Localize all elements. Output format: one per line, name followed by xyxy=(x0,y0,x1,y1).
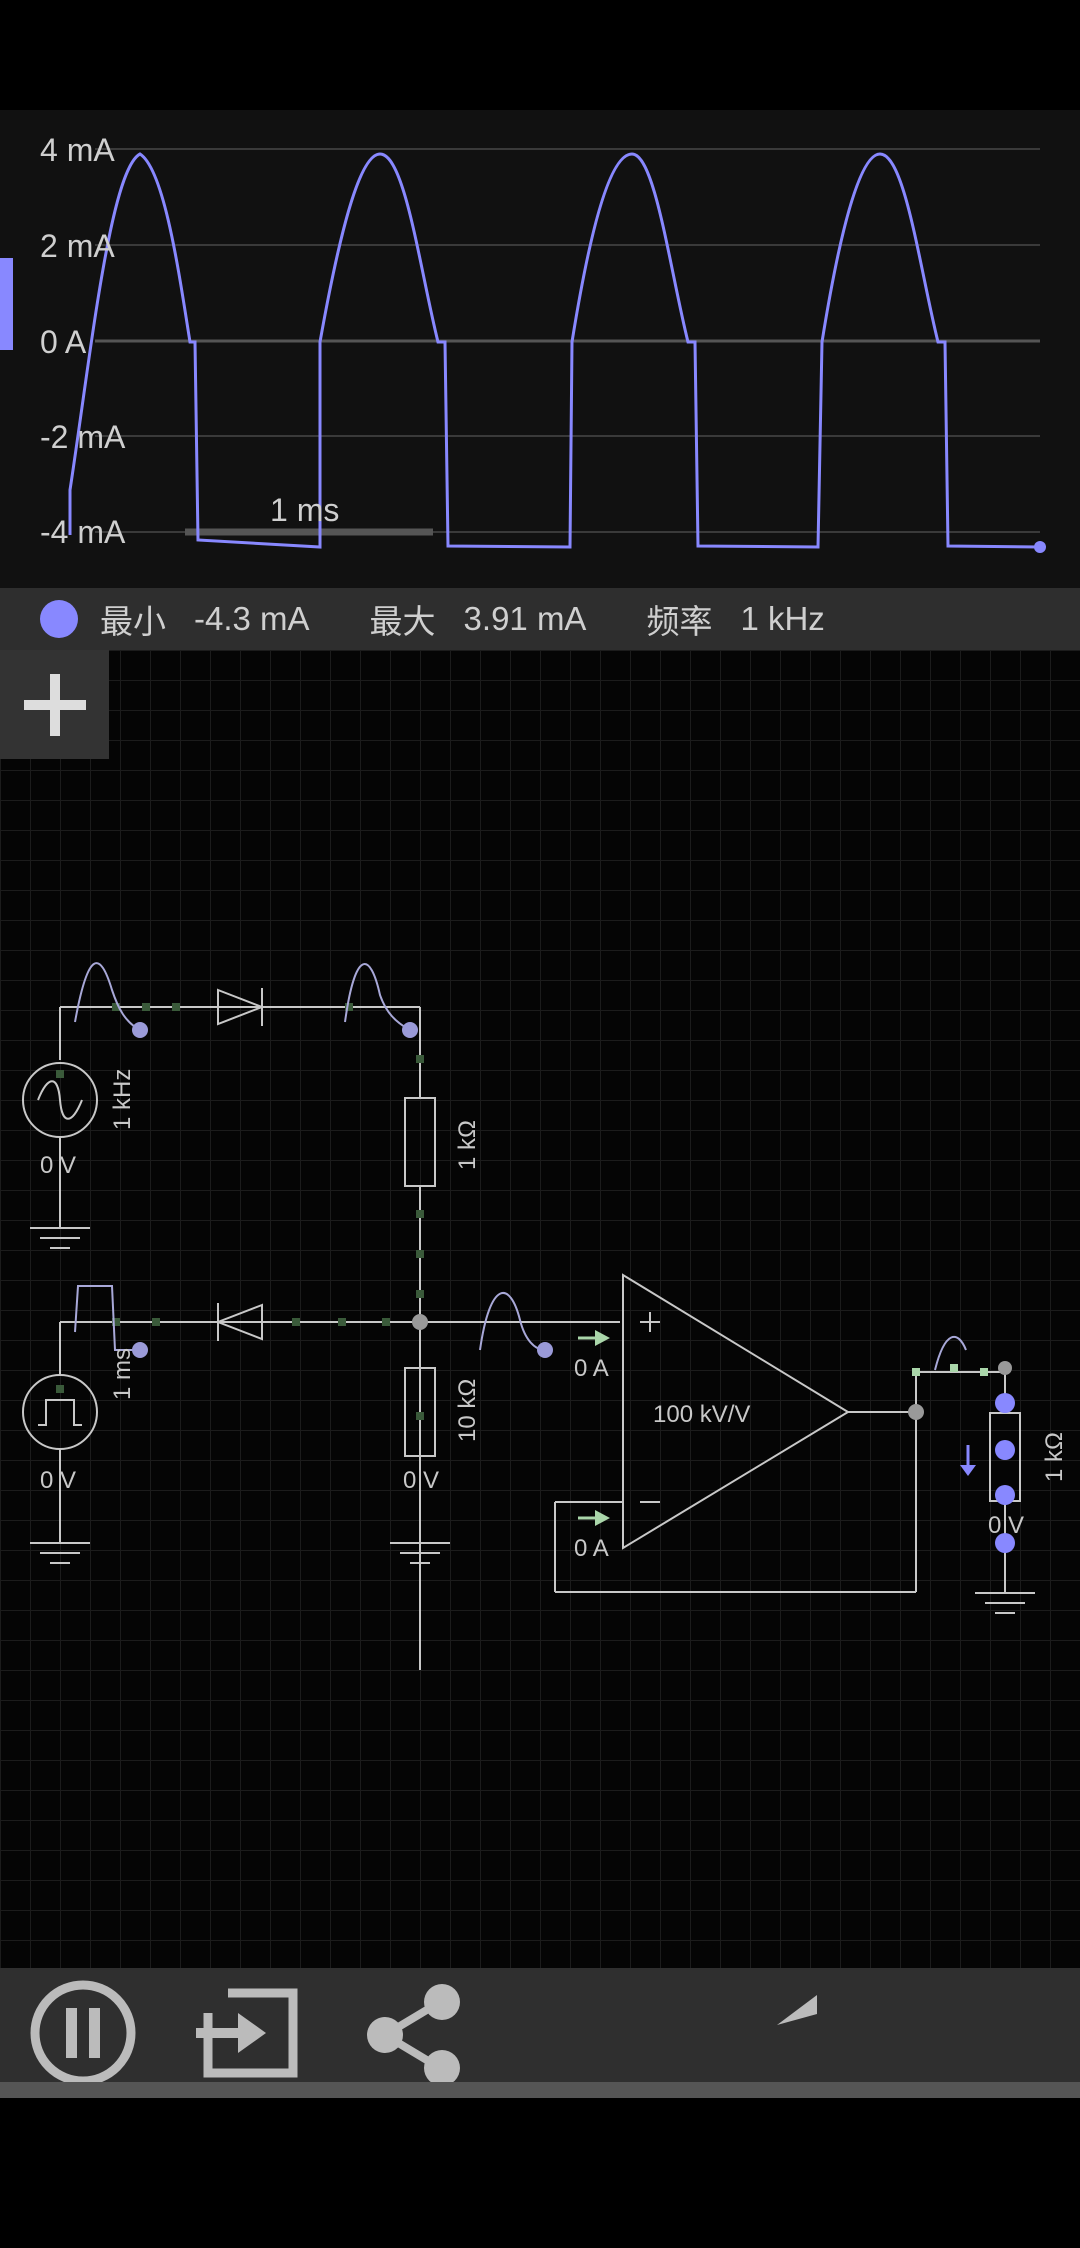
opamp-plus-current-label: 0 A xyxy=(574,1355,609,1382)
freq-value: 1 kHz xyxy=(740,600,825,637)
toolbar-divider xyxy=(0,2082,1080,2098)
resistor-out-voltage-label: 0 V xyxy=(988,1512,1024,1539)
max-value: 3.91 mA xyxy=(463,600,587,637)
y-label-0a: 0 A xyxy=(40,324,87,360)
opamp-gain-label: 100 kV/V xyxy=(653,1401,750,1428)
add-component-button[interactable] xyxy=(0,650,109,759)
ac-source-voltage-label: 0 V xyxy=(40,1152,76,1179)
pause-button[interactable] xyxy=(28,1978,138,2093)
opamp-minus-current-label: 0 A xyxy=(574,1535,609,1562)
undo-icon xyxy=(777,1995,817,2025)
y-label-neg2ma: -2 mA xyxy=(40,419,126,455)
ac-source-freq-label: 1 kHz xyxy=(109,1069,136,1130)
pause-icon xyxy=(30,1980,136,2086)
resistor-bottom-voltage-label: 0 V xyxy=(403,1467,439,1494)
max-label: 最大 xyxy=(369,603,436,640)
min-value: -4.3 mA xyxy=(194,600,310,637)
y-label-neg4ma: -4 mA xyxy=(40,514,126,550)
import-icon xyxy=(196,1988,298,2078)
min-label: 最小 xyxy=(100,603,166,640)
resistor-top-label: 1 kΩ xyxy=(454,1120,481,1170)
oscilloscope-panel[interactable]: 4 mA 2 mA 0 A -2 mA -4 mA 1 ms xyxy=(0,110,1080,588)
scope-selection-marker xyxy=(0,258,13,350)
share-button[interactable] xyxy=(360,1980,470,2095)
resistor-out-label: 1 kΩ xyxy=(1041,1432,1068,1482)
scope-trace xyxy=(68,152,1041,549)
timescale-label: 1 ms xyxy=(270,492,340,528)
pulse-source-voltage-label: 0 V xyxy=(40,1467,76,1494)
circuit-canvas[interactable]: 1 kHz 0 V 1 ms 0 V 1 kΩ 10 kΩ 0 V 100 kV… xyxy=(0,650,1080,1968)
import-button[interactable] xyxy=(188,1983,298,2088)
y-label-2ma: 2 mA xyxy=(40,228,115,264)
scope-legend[interactable]: 最小 -4.3 mA 最大 3.91 mA 频率 1 kHz xyxy=(0,588,1080,650)
undo-button[interactable] xyxy=(775,1990,885,2075)
resistor-bottom-label: 10 kΩ xyxy=(454,1379,481,1442)
pulse-source-width-label: 1 ms xyxy=(109,1348,136,1400)
bottom-toolbar xyxy=(0,1968,1080,2086)
share-icon xyxy=(367,1984,460,2086)
freq-label: 频率 xyxy=(646,603,713,640)
trace-color-dot xyxy=(40,600,78,638)
y-label-4ma: 4 mA xyxy=(40,132,115,168)
plus-icon xyxy=(23,673,86,736)
scope-trace-endpoint xyxy=(1034,541,1046,553)
